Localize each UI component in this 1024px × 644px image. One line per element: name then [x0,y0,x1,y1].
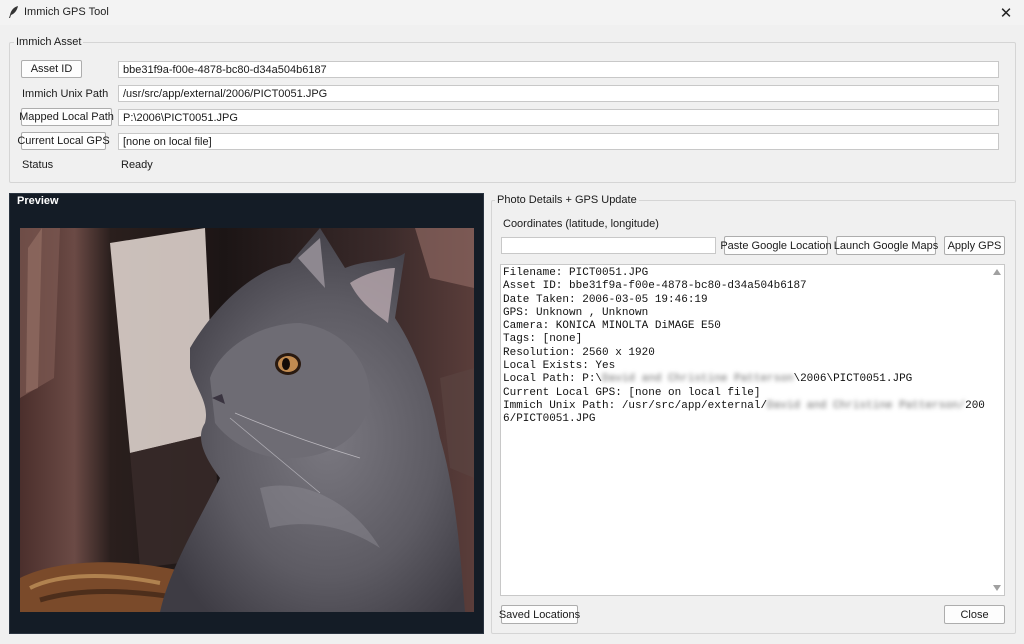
local-path-prefix: Local Path: P:\ [503,373,603,386]
immich-asset-group-label: Immich Asset [14,36,84,48]
paste-google-location-button[interactable]: Paste Google Location [720,236,832,255]
detail-filename: Filename: PICT0051.JPG [503,267,649,279]
detail-current-local-gps: Current Local GPS: [none on local file] [503,386,761,399]
local-path-suffix: \2006\PICT0051.JPG [793,373,913,386]
status-value: Ready [121,159,153,171]
detail-tags: Tags: [none] [503,333,583,346]
coordinates-label: Coordinates (latitude, longitude) [503,218,659,230]
photo-details-group-label: Photo Details + GPS Update [495,194,639,206]
detail-date-taken: Date Taken: 2006-03-05 19:46:19 [503,293,708,306]
launch-google-maps-button[interactable]: Launch Google Maps [834,236,938,255]
current-local-gps-field[interactable]: [none on local file] [118,133,999,150]
unix-path-prefix: Immich Unix Path: /usr/src/app/external/ [503,399,768,412]
scroll-down-arrow-icon[interactable] [993,585,1001,591]
photo-details-text: Filename: PICT0051.JPG Asset ID: bbe31f9… [503,267,991,427]
detail-local-exists: Local Exists: Yes [503,360,616,373]
scroll-up-arrow-icon[interactable] [993,269,1001,275]
detail-resolution: Resolution: 2560 x 1920 [503,346,655,359]
mapped-local-path-button[interactable]: Mapped Local Path [19,108,114,126]
asset-id-field[interactable]: bbe31f9a-f00e-4878-bc80-d34a504b6187 [118,61,999,78]
unix-path-redacted: David and Christine Patterson/ [767,399,966,412]
title-bar: Immich GPS Tool ✕ [0,0,1024,25]
feather-icon [9,6,18,18]
saved-locations-button[interactable]: Saved Locations [499,605,580,624]
status-label: Status [22,159,54,171]
unix-path-label: Immich Unix Path [22,88,109,100]
photo-details-textbox[interactable]: Filename: PICT0051.JPG Asset ID: bbe31f9… [500,264,1005,596]
detail-asset-id: Asset ID: bbe31f9a-f00e-4878-bc80-d34a50… [503,280,807,293]
apply-gps-button[interactable]: Apply GPS [944,236,1005,255]
asset-id-button[interactable]: Asset ID [21,60,82,78]
preview-label: Preview [15,195,61,207]
detail-gps: GPS: Unknown , Unknown [503,306,649,319]
details-scrollbar[interactable] [990,265,1004,595]
detail-camera: Camera: KONICA MINOLTA DiMAGE E50 [503,320,721,333]
local-path-redacted: David and Christine Patterson [602,373,794,386]
window-title: Immich GPS Tool [24,6,109,18]
coordinates-input[interactable] [501,237,716,254]
unix-path-field[interactable]: /usr/src/app/external/2006/PICT0051.JPG [118,85,999,102]
mapped-local-path-field[interactable]: P:\2006\PICT0051.JPG [118,109,999,126]
close-button[interactable]: Close [944,605,1005,624]
detail-unix-path: Immich Unix Path: /usr/src/app/external/… [503,400,991,427]
current-local-gps-button[interactable]: Current Local GPS [17,132,110,150]
window-close-button[interactable]: ✕ [988,0,1024,25]
cat-photo [20,228,474,612]
detail-local-path: Local Path: P:\David and Christine Patte… [503,373,991,386]
